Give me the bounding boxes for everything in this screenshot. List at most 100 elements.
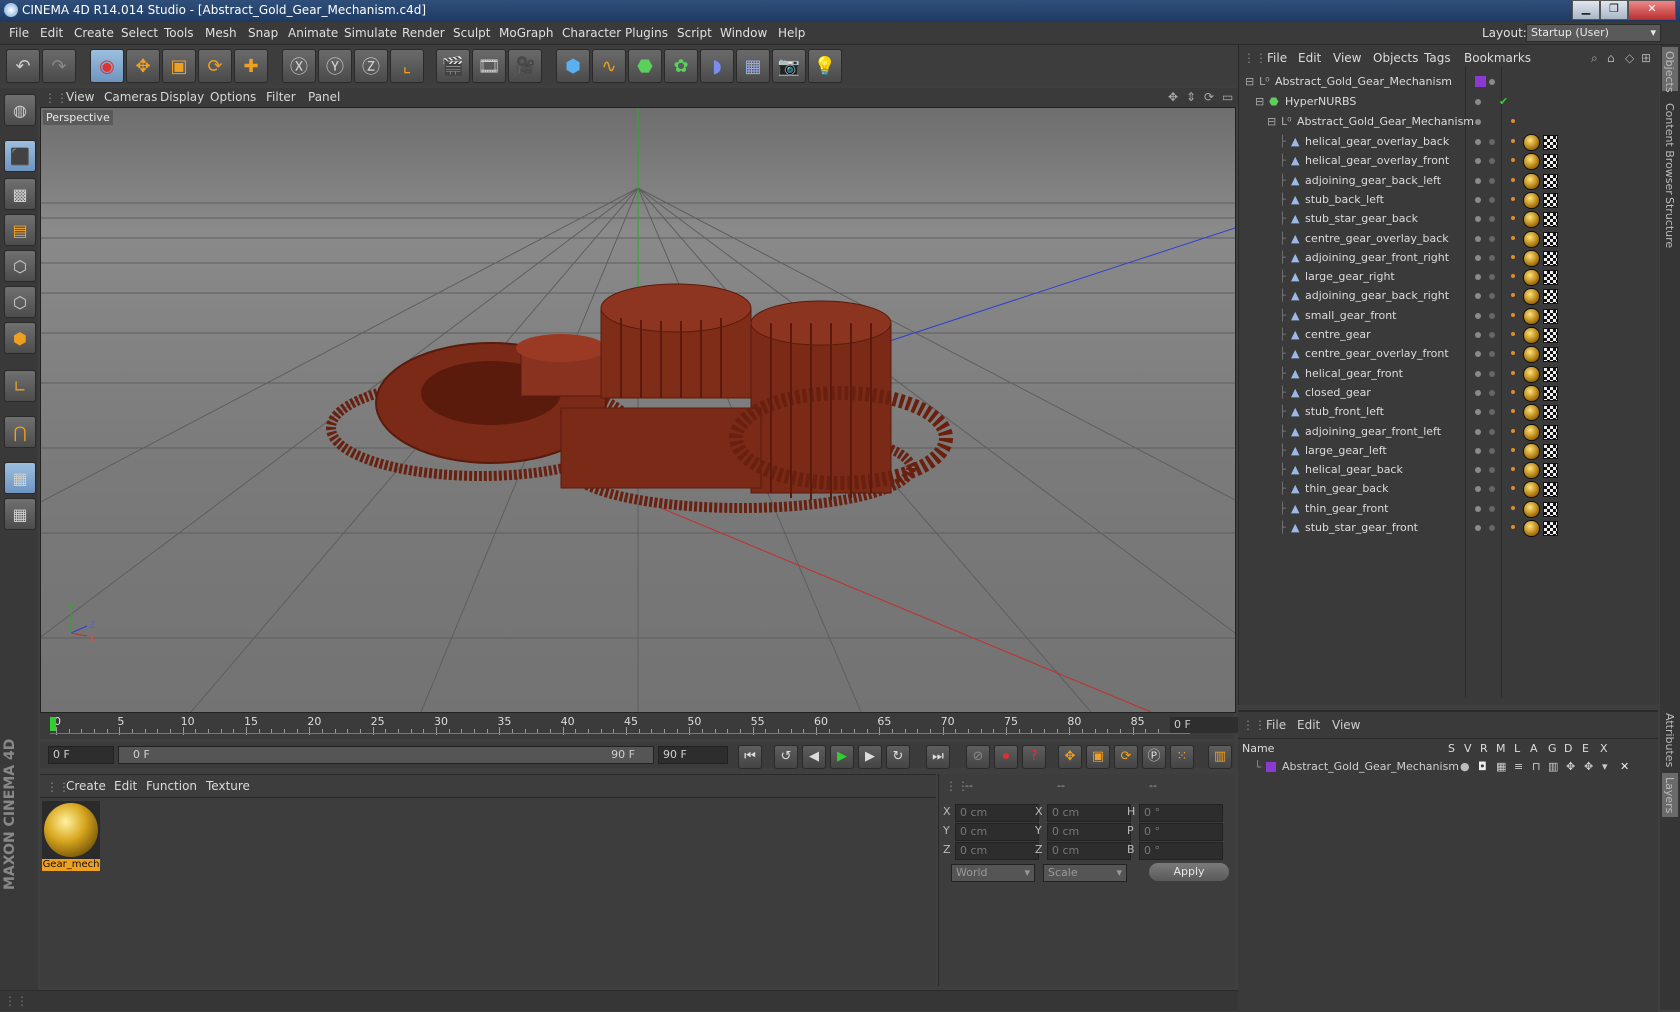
object-row[interactable]: ├ ▲ helical_gear_overlay_back xyxy=(1239,132,1659,152)
render-dot[interactable] xyxy=(1489,351,1495,358)
polygons-mode-button[interactable]: ⬢ xyxy=(4,322,36,354)
viewport-maximize-icon[interactable]: ▭ xyxy=(1222,90,1233,104)
uvw-tag-icon[interactable] xyxy=(1543,347,1558,363)
cube-object-button[interactable]: ⬢ xyxy=(556,49,590,83)
phong-tag-icon[interactable] xyxy=(1511,119,1515,123)
object-menu-bookmarks[interactable]: Bookmarks xyxy=(1464,51,1531,65)
object-row[interactable]: ├ ▲ large_gear_left xyxy=(1239,441,1659,461)
layer-column-header[interactable]: L xyxy=(1514,742,1520,755)
render-dot[interactable] xyxy=(1489,254,1495,261)
visibility-dot[interactable] xyxy=(1475,351,1481,358)
phong-tag-icon[interactable] xyxy=(1511,389,1515,394)
workplane-mode-button[interactable]: ▤ xyxy=(4,214,36,246)
material-swatch[interactable]: Gear_mech xyxy=(42,801,100,871)
object-row[interactable]: ├ ▲ adjoining_gear_front_right xyxy=(1239,248,1659,268)
uvw-tag-icon[interactable] xyxy=(1543,385,1558,401)
visibility-dot[interactable] xyxy=(1475,293,1481,300)
visibility-dot[interactable] xyxy=(1475,99,1481,105)
render-dot[interactable] xyxy=(1489,235,1495,242)
model-mode-button[interactable]: ⬛ xyxy=(4,140,36,172)
layer-manager-icon[interactable]: ≡ xyxy=(1514,760,1523,773)
object-menu-view[interactable]: View xyxy=(1333,51,1361,65)
viewport-rotate-icon[interactable]: ⟳ xyxy=(1204,90,1214,104)
object-row[interactable]: ├ ▲ centre_gear_overlay_back xyxy=(1239,229,1659,249)
object-row[interactable]: ├ ▲ helical_gear_front xyxy=(1239,364,1659,384)
x-axis-button[interactable]: Ⓧ xyxy=(282,49,316,83)
3d-viewport[interactable]: Y Z X Perspective xyxy=(40,107,1236,713)
material-menu-function[interactable]: Function xyxy=(146,779,197,793)
layout-select[interactable]: Startup (User) ▾ xyxy=(1526,24,1661,42)
rotate-tool-button[interactable]: ⟳ xyxy=(198,49,232,83)
minimize-button[interactable]: ▁ xyxy=(1572,0,1600,20)
uvw-tag-icon[interactable] xyxy=(1543,231,1558,247)
material-tag-icon[interactable] xyxy=(1523,249,1540,267)
autokey-help-button[interactable]: ? xyxy=(1022,745,1046,769)
material-tag-icon[interactable] xyxy=(1523,384,1540,402)
layer-render-icon[interactable]: ▦ xyxy=(1496,760,1506,773)
workplane-lock-button[interactable]: ▦ xyxy=(4,462,36,494)
render-picture-viewer-button[interactable]: 🎞 xyxy=(472,49,506,83)
render-dot[interactable] xyxy=(1489,370,1495,377)
coord-value-field[interactable]: 0 cm xyxy=(955,823,1039,841)
menu-create[interactable]: Create xyxy=(74,26,114,40)
apply-button[interactable]: Apply xyxy=(1149,863,1229,881)
coord-value-field[interactable]: 0 cm xyxy=(955,842,1039,860)
maximize-button[interactable]: ❐ xyxy=(1600,0,1628,20)
menu-snap[interactable]: Snap xyxy=(248,26,278,40)
visibility-dot[interactable] xyxy=(1475,447,1481,454)
collapse-icon[interactable]: ⊟ xyxy=(1255,95,1264,108)
go-to-end-button[interactable]: ⏭ xyxy=(926,745,950,769)
move-tool-button[interactable]: ✥ xyxy=(126,49,160,83)
material-tag-icon[interactable] xyxy=(1523,481,1540,499)
key-scale-button[interactable]: ▣ xyxy=(1086,745,1110,769)
tab-objects[interactable]: Objects xyxy=(1663,51,1676,93)
menu-mesh[interactable]: Mesh xyxy=(205,26,237,40)
material-tag-icon[interactable] xyxy=(1523,191,1540,209)
filter-icon[interactable]: ◇ xyxy=(1625,51,1634,65)
render-dot[interactable] xyxy=(1489,196,1495,203)
object-menu-file[interactable]: File xyxy=(1267,51,1287,65)
object-row[interactable]: ├ ▲ thin_gear_front xyxy=(1239,499,1659,519)
visibility-dot[interactable] xyxy=(1475,274,1481,281)
render-dot[interactable] xyxy=(1489,139,1495,145)
coordinate-system-button[interactable]: ⌞ xyxy=(390,49,424,83)
object-row[interactable]: ├ ▲ adjoining_gear_back_right xyxy=(1239,286,1659,306)
render-dot[interactable] xyxy=(1489,525,1495,531)
material-tag-icon[interactable] xyxy=(1523,211,1540,229)
visibility-dot[interactable] xyxy=(1475,505,1481,512)
menu-help[interactable]: Help xyxy=(778,26,805,40)
coord-value-field[interactable]: 0 cm xyxy=(1047,842,1131,860)
make-editable-button[interactable]: ◍ xyxy=(4,94,36,126)
phong-tag-icon[interactable] xyxy=(1511,428,1515,433)
add-tool-button[interactable]: ✚ xyxy=(234,49,268,83)
coord-value-field[interactable]: 0 ° xyxy=(1139,804,1223,822)
uvw-tag-icon[interactable] xyxy=(1543,192,1558,208)
layer-column-header[interactable]: D xyxy=(1564,742,1572,755)
object-row[interactable]: ├ ▲ stub_star_gear_back xyxy=(1239,209,1659,229)
object-row[interactable]: ├ ▲ stub_front_left xyxy=(1239,402,1659,422)
visibility-dot[interactable] xyxy=(1475,216,1481,223)
floor-button[interactable]: ▦ xyxy=(736,49,770,83)
menu-edit[interactable]: Edit xyxy=(40,26,63,40)
uvw-tag-icon[interactable] xyxy=(1543,366,1558,382)
layer-generator-icon[interactable]: ✥ xyxy=(1566,760,1575,773)
visibility-dot[interactable] xyxy=(1475,486,1481,493)
render-dot[interactable] xyxy=(1489,158,1495,165)
object-row[interactable]: ├ ▲ closed_gear xyxy=(1239,383,1659,403)
visibility-dot[interactable] xyxy=(1475,177,1481,184)
material-tag-icon[interactable] xyxy=(1523,500,1540,518)
phong-tag-icon[interactable] xyxy=(1511,370,1515,375)
uvw-tag-icon[interactable] xyxy=(1543,424,1558,440)
object-row[interactable]: ├ ▲ stub_star_gear_front xyxy=(1239,518,1659,538)
menu-mograph[interactable]: MoGraph xyxy=(499,26,554,40)
viewport-menu-cameras[interactable]: Cameras xyxy=(104,90,157,104)
material-tag-icon[interactable] xyxy=(1523,462,1540,480)
render-dot[interactable] xyxy=(1489,216,1495,223)
material-tag-icon[interactable] xyxy=(1523,423,1540,441)
key-parameter-button[interactable]: Ⓟ xyxy=(1142,745,1166,769)
render-dot[interactable] xyxy=(1489,389,1495,396)
uvw-tag-icon[interactable] xyxy=(1543,443,1558,459)
material-tag-icon[interactable] xyxy=(1523,230,1540,248)
current-frame-field[interactable]: 0 F xyxy=(1170,717,1238,733)
uvw-tag-icon[interactable] xyxy=(1543,308,1558,324)
